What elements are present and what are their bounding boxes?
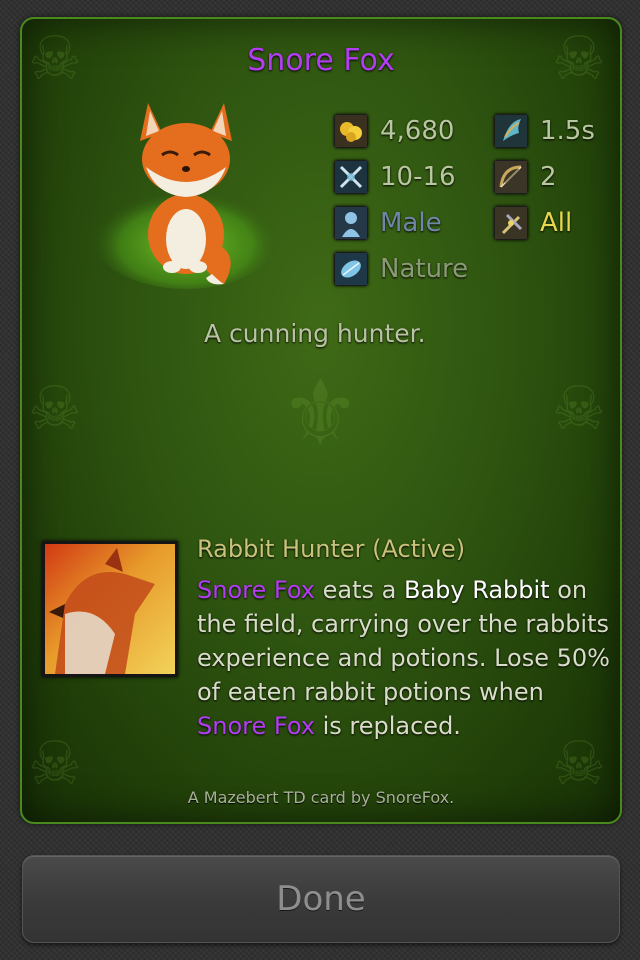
skull-ornament-icon: ☠ bbox=[552, 729, 606, 799]
ability-text-segment: is replaced. bbox=[314, 712, 461, 740]
ability-item-name: Baby Rabbit bbox=[403, 576, 550, 604]
crossed-swords-icon bbox=[334, 160, 368, 194]
stat-range: 2 bbox=[494, 157, 557, 197]
stat-damage: 10-16 bbox=[334, 157, 456, 197]
stat-damage-value: 10-16 bbox=[380, 162, 456, 192]
stat-gender: Male bbox=[334, 203, 442, 243]
stat-range-value: 2 bbox=[540, 162, 557, 192]
ability-unit-name: Snore Fox bbox=[197, 576, 315, 604]
ability-unit-name: Snore Fox bbox=[197, 712, 315, 740]
flavor-text: A cunning hunter. bbox=[204, 319, 426, 348]
gender-icon bbox=[334, 206, 368, 240]
stat-target: All bbox=[494, 203, 572, 243]
stat-element: Nature bbox=[334, 249, 468, 289]
gold-coins-icon bbox=[334, 114, 368, 148]
ability-description: Snore Fox eats a Baby Rabbit on the fiel… bbox=[197, 573, 617, 743]
stat-element-value: Nature bbox=[380, 254, 469, 284]
skull-ornament-icon: ☠ bbox=[28, 729, 82, 799]
unit-name: Snore Fox bbox=[247, 43, 395, 78]
ability-text-segment: eats a bbox=[314, 576, 404, 604]
ability-title: Rabbit Hunter (Active) bbox=[197, 535, 466, 563]
stat-gold: 4,680 bbox=[334, 111, 454, 151]
ability-image bbox=[42, 541, 178, 677]
stat-gender-value: Male bbox=[380, 208, 442, 238]
skull-ornament-icon: ☠ bbox=[552, 374, 606, 444]
target-icon bbox=[494, 206, 528, 240]
skull-ornament-icon: ☠ bbox=[28, 374, 82, 444]
stat-target-value: All bbox=[540, 208, 573, 238]
speed-icon bbox=[494, 114, 528, 148]
nature-element-icon bbox=[334, 252, 368, 286]
stat-attack-speed: 1.5s bbox=[494, 111, 595, 151]
stat-attack-speed-value: 1.5s bbox=[540, 116, 595, 146]
unit-card: ☠ ☠ ☠ ☠ ☠ ☠ ⚜ Snore Fox 4,680 1.5s 10-16… bbox=[20, 17, 622, 824]
stat-gold-value: 4,680 bbox=[380, 116, 455, 146]
card-credit: A Mazebert TD card by SnoreFox. bbox=[187, 788, 455, 807]
bow-icon bbox=[494, 160, 528, 194]
emblem-ornament-icon: ⚜ bbox=[280, 361, 361, 466]
fox-portrait bbox=[86, 89, 286, 289]
done-button[interactable]: Done bbox=[22, 855, 620, 943]
